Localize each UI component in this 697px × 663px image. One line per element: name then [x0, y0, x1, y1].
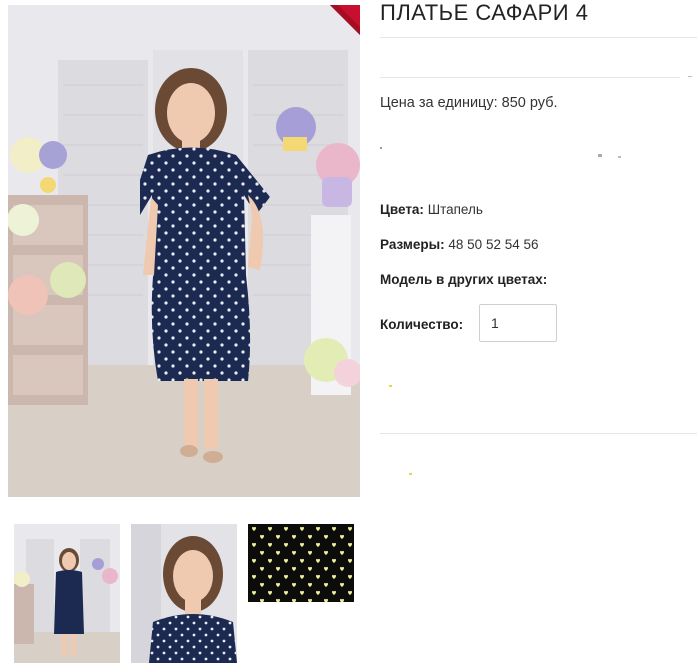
colors-row: Цвета: Штапель	[380, 202, 483, 217]
fabric-swatch-icon	[248, 524, 354, 602]
thumbnail-portrait[interactable]	[131, 524, 237, 663]
price-value: 850 руб.	[501, 95, 558, 111]
thumbnail-fabric[interactable]	[248, 524, 354, 602]
colors-value: Штапель	[427, 202, 483, 217]
divider	[380, 77, 680, 78]
colors-label: Цвета:	[380, 202, 424, 217]
other-colors-row: Модель в других цветах:	[380, 272, 547, 287]
price-line: Цена за единицу: 850 руб.	[380, 95, 558, 111]
product-photo-illustration	[8, 5, 360, 497]
sizes-value: 48 50 52 54 56	[448, 237, 539, 252]
divider-dot	[688, 76, 692, 77]
faint-mark	[389, 385, 392, 387]
faint-mark	[598, 154, 602, 157]
thumbnail-full-length[interactable]	[14, 524, 120, 663]
faint-mark	[380, 147, 382, 149]
quantity-row: Количество:	[380, 317, 463, 332]
faint-mark	[409, 473, 412, 475]
price-label: Цена за единицу:	[380, 95, 498, 111]
full-length-photo-icon	[14, 524, 120, 663]
quantity-label: Количество:	[380, 317, 464, 332]
quantity-input[interactable]	[479, 304, 557, 342]
divider	[380, 37, 697, 38]
portrait-photo-icon	[131, 524, 237, 663]
other-colors-label: Модель в других цветах:	[380, 272, 548, 287]
main-product-image[interactable]	[8, 5, 360, 497]
product-title: ПЛАТЬЕ САФАРИ 4	[380, 0, 589, 25]
sizes-label: Размеры:	[380, 237, 445, 252]
sizes-row: Размеры: 48 50 52 54 56	[380, 237, 539, 252]
divider	[380, 433, 697, 434]
sale-ribbon-icon	[330, 5, 360, 35]
faint-mark	[618, 156, 621, 158]
